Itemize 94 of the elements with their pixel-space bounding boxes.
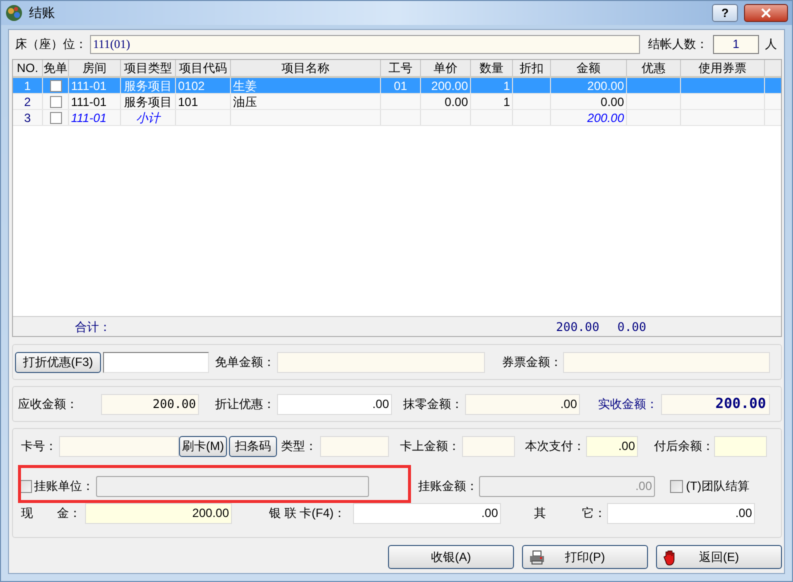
table-cell-text: 服务项目 xyxy=(124,94,172,110)
table-cell-text: 生姜 xyxy=(233,78,257,94)
close-icon xyxy=(761,8,771,18)
bed-field[interactable]: 111(01) xyxy=(90,34,640,54)
table-cell-text: 0102 xyxy=(178,78,205,94)
allowance-label: 折让优惠： xyxy=(215,396,276,413)
printer-icon xyxy=(529,550,545,565)
close-button[interactable] xyxy=(744,4,788,22)
team-settlement-label: (T)团队结算 xyxy=(686,478,750,495)
voucher-amount-field[interactable] xyxy=(563,352,770,372)
guest-count-label: 结帐人数： xyxy=(648,36,709,53)
payment-label: 本次支付： xyxy=(525,438,586,455)
column-header[interactable]: 使用券票 xyxy=(681,60,765,76)
checkbox[interactable] xyxy=(50,112,62,124)
receivable-label: 应收金额： xyxy=(18,396,79,413)
table-cell-text: 01 xyxy=(394,78,408,94)
column-header[interactable]: 工号 xyxy=(381,60,421,76)
column-header[interactable]: 金额 xyxy=(551,60,627,76)
credit-amount-label: 挂账金额： xyxy=(418,478,479,495)
card-balance-label: 卡上金额： xyxy=(400,438,461,455)
table-row[interactable]: 3 111-01 小计 200.00 xyxy=(13,110,781,126)
dialog-button[interactable]: 返回(E) xyxy=(656,545,782,569)
table-cell-text: 111-01 xyxy=(71,94,107,110)
dialog-button[interactable]: 打印(P) xyxy=(522,545,648,569)
column-header[interactable]: 项目代码 xyxy=(176,60,231,76)
column-header[interactable]: 项目名称 xyxy=(231,60,381,76)
table-cell-text: 油压 xyxy=(233,94,257,110)
table-cell-text: 2 xyxy=(24,94,31,110)
column-header[interactable]: 折扣 xyxy=(513,60,551,76)
checkbox[interactable] xyxy=(50,96,62,108)
union-pay-label: 银 联 卡(F4)： xyxy=(269,505,347,522)
table-cell-text: 1 xyxy=(503,78,510,94)
allowance-field[interactable]: .00 xyxy=(277,394,392,414)
table-cell-text: 0.00 xyxy=(444,94,468,110)
cash-field[interactable]: 200.00 xyxy=(85,502,232,524)
total-benefit: 0.00 xyxy=(617,318,646,336)
column-header[interactable]: 房间 xyxy=(69,60,121,76)
table-cell-text: 0.00 xyxy=(600,94,624,110)
table-cell-text: 200.00 xyxy=(587,78,624,94)
table-cell-text: 111-01 xyxy=(71,110,107,126)
table-cell-text: 101 xyxy=(178,94,198,110)
other-payment-field[interactable]: .00 xyxy=(607,502,755,524)
voucher-amount-label: 券票金额： xyxy=(502,354,563,371)
rounding-field[interactable]: .00 xyxy=(465,394,580,414)
payment-field[interactable]: .00 xyxy=(586,436,638,456)
received-label: 实收金额： xyxy=(598,396,659,413)
credit-unit-label: 挂账单位： xyxy=(34,478,95,495)
table-cell-text: 200.00 xyxy=(587,110,624,126)
guest-unit-label: 人 xyxy=(765,36,777,53)
table-cell-text: 1 xyxy=(24,78,31,94)
cash-label: 现 金： xyxy=(21,505,82,522)
dialog-button[interactable]: 收银(A) xyxy=(388,545,514,569)
remaining-balance-field[interactable] xyxy=(714,436,767,456)
free-amount-field[interactable] xyxy=(277,352,485,372)
table-cell-text: 111-01 xyxy=(71,78,107,94)
receivable-field[interactable]: 200.00 xyxy=(101,394,199,414)
table-cell-text: 服务项目 xyxy=(124,78,172,94)
free-amount-label: 免单金额： xyxy=(215,354,276,371)
table-cell-text: 3 xyxy=(24,110,31,126)
table-row[interactable]: 2 111-01 服务项目 101 油压 0.00 1 0.00 xyxy=(13,94,781,110)
bed-label: 床（座）位： xyxy=(15,36,88,53)
column-header[interactable]: NO. xyxy=(13,60,43,76)
total-label: 合计： xyxy=(75,318,111,336)
card-number-field[interactable] xyxy=(59,436,179,456)
card-type-field[interactable] xyxy=(320,436,389,456)
checkbox[interactable] xyxy=(50,80,62,92)
swipe-card-button[interactable]: 刷卡(M) xyxy=(179,436,227,456)
card-balance-field[interactable] xyxy=(462,436,515,456)
rounding-label: 抹零金额： xyxy=(403,396,464,413)
checkbox[interactable] xyxy=(670,480,683,492)
guest-count-field[interactable]: 1 xyxy=(713,34,759,54)
help-button[interactable]: ? xyxy=(712,4,738,22)
union-pay-field[interactable]: .00 xyxy=(353,502,501,524)
table-cell-text: 小计 xyxy=(136,110,160,126)
window-title: 结账 xyxy=(29,4,55,22)
column-header[interactable]: 优惠 xyxy=(627,60,681,76)
other-payment-label: 其 它： xyxy=(534,505,607,522)
table-cell-text: 200.00 xyxy=(431,78,468,94)
column-header[interactable]: 免单 xyxy=(43,60,69,76)
discount-field[interactable] xyxy=(103,352,209,372)
table-cell-text: 1 xyxy=(503,94,510,110)
column-header[interactable]: 项目类型 xyxy=(121,60,176,76)
column-header[interactable]: 单价 xyxy=(421,60,471,76)
remaining-balance-label: 付后余额： xyxy=(654,438,714,455)
discount-button[interactable]: 打折优惠(F3) xyxy=(15,352,101,372)
card-type-label: 类型： xyxy=(281,438,318,455)
card-number-label: 卡号： xyxy=(21,438,58,455)
hand-icon xyxy=(663,549,677,566)
scan-barcode-button[interactable]: 扫条码 xyxy=(229,436,277,456)
app-icon xyxy=(5,4,23,22)
total-amount: 200.00 xyxy=(556,318,600,336)
credit-unit-field[interactable] xyxy=(96,476,369,496)
column-header[interactable]: 数量 xyxy=(471,60,513,76)
received-field[interactable]: 200.00 xyxy=(661,394,770,414)
